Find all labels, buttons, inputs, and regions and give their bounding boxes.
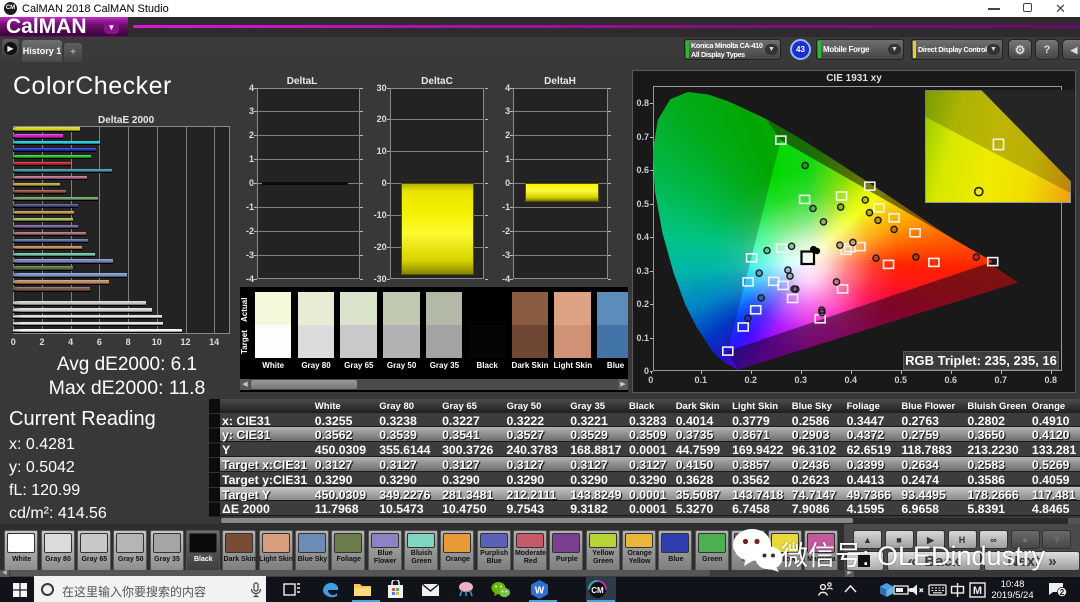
svg-text:W: W — [535, 586, 545, 597]
svg-text:CM: CM — [591, 586, 604, 595]
svg-text:2: 2 — [1060, 588, 1065, 597]
svg-text:M: M — [973, 585, 982, 597]
